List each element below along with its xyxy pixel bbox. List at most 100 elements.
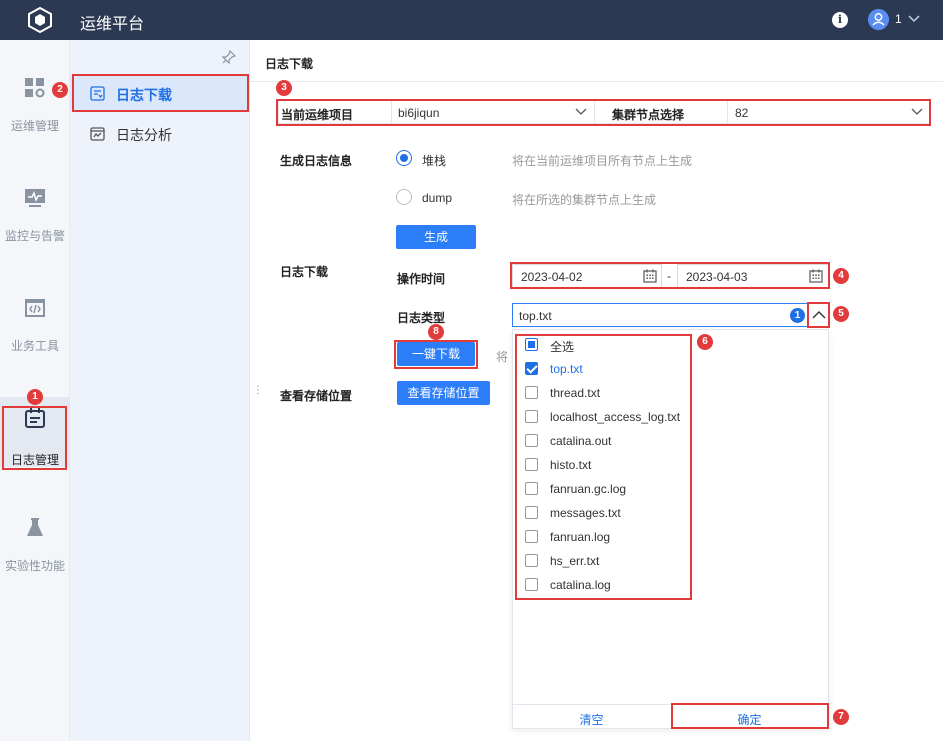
gen-info-label: 生成日志信息 — [280, 154, 353, 168]
checkbox[interactable] — [525, 554, 538, 567]
info-icon[interactable]: i — [832, 12, 848, 28]
option-item[interactable]: hs_err.txt — [525, 551, 705, 571]
project-label: 当前运维项目 — [281, 108, 354, 122]
checkbox[interactable] — [525, 434, 538, 447]
main-content: 日志下载 ⋮ 当前运维项目 bi6jiqun 集群节点选择 82 生成日志信息 … — [250, 40, 943, 741]
option-item[interactable]: messages.txt — [525, 503, 705, 523]
chevron-down-icon — [911, 108, 923, 115]
nav-label: 业务工具 — [10, 339, 59, 353]
checkbox[interactable] — [525, 530, 538, 543]
download-list-icon — [90, 86, 105, 101]
option-item[interactable]: fanruan.gc.log — [525, 479, 705, 499]
date-start-value: 2023-04-02 — [521, 270, 583, 284]
code-window-icon — [25, 299, 45, 317]
checkbox[interactable] — [525, 578, 538, 591]
radio-stack-label[interactable]: 堆栈 — [422, 152, 446, 169]
monitor-icon — [25, 189, 45, 207]
nav-label: 监控与告警 — [4, 229, 65, 243]
checkbox[interactable] — [525, 506, 538, 519]
node-label: 集群节点选择 — [612, 108, 685, 122]
page-header: 日志下载 — [250, 40, 943, 82]
checkbox[interactable] — [525, 482, 538, 495]
option-label: catalina.out — [550, 434, 612, 448]
top-bar: 运维平台 i 1 — [0, 0, 943, 40]
cube-logo-icon[interactable] — [26, 6, 54, 34]
option-label: hs_err.txt — [550, 554, 600, 568]
checkbox[interactable] — [525, 458, 538, 471]
annotation-badge: 6 — [697, 334, 713, 350]
clear-button[interactable]: 清空 — [513, 711, 670, 728]
radio-stack-hint: 将在当前运维项目所有节点上生成 — [512, 154, 693, 168]
chevron-down-icon[interactable] — [906, 12, 922, 26]
option-label: catalina.log — [550, 578, 611, 592]
selected-count-badge: 1 — [790, 308, 805, 323]
node-select[interactable]: 82 — [728, 101, 929, 123]
project-select[interactable]: bi6jiqun — [392, 101, 592, 123]
project-node-selector: 当前运维项目 bi6jiqun 集群节点选择 82 — [278, 100, 930, 124]
storage-label: 查看存储位置 — [280, 389, 353, 403]
nav-item-monitoring[interactable]: 监控与告警 — [0, 187, 70, 257]
date-end-field[interactable]: 2023-04-03 — [677, 264, 829, 288]
subnav-label: 日志下载 — [116, 87, 172, 103]
one-click-download-button[interactable]: 一键下载 — [397, 342, 475, 366]
chevron-down-icon — [575, 108, 587, 115]
checkbox[interactable] — [525, 338, 538, 351]
secondary-sidebar: 日志下载 日志分析 — [70, 40, 250, 741]
annotation-badge: 8 — [428, 324, 444, 340]
download-hint: 将 — [496, 350, 509, 364]
nav-item-business-tools[interactable]: 业务工具 — [0, 297, 70, 367]
option-label: thread.txt — [550, 386, 601, 400]
checkbox[interactable] — [525, 362, 538, 375]
log-type-dropdown: 全选 top.txt thread.txt localhost_access_l… — [512, 329, 829, 729]
radio-dump-hint: 将在所选的集群节点上生成 — [512, 193, 657, 207]
option-item[interactable]: thread.txt — [525, 383, 705, 403]
generate-button[interactable]: 生成 — [396, 225, 476, 249]
calendar-icon[interactable] — [643, 269, 657, 283]
date-range-separator: - — [667, 269, 671, 283]
node-value: 82 — [735, 106, 749, 120]
nav-label: 实验性功能 — [4, 559, 65, 573]
chevron-up-icon[interactable] — [809, 304, 829, 326]
radio-dump[interactable] — [396, 189, 412, 205]
annotation-badge: 4 — [833, 268, 849, 284]
option-label: messages.txt — [550, 506, 621, 520]
option-label: localhost_access_log.txt — [550, 410, 681, 424]
option-label: top.txt — [550, 362, 583, 376]
confirm-button[interactable]: 确定 — [671, 711, 828, 728]
checkbox[interactable] — [525, 410, 538, 423]
nav-item-log-management[interactable]: 日志管理 — [0, 397, 70, 467]
log-type-select[interactable]: top.txt 1 — [512, 303, 829, 327]
project-value: bi6jiqun — [398, 106, 440, 120]
checkbox[interactable] — [525, 386, 538, 399]
pin-icon[interactable] — [222, 50, 236, 64]
user-name[interactable]: 1 — [895, 12, 902, 26]
subnav-item-log-download[interactable]: 日志下载 — [70, 75, 250, 111]
calendar-icon[interactable] — [809, 269, 823, 283]
option-item[interactable]: localhost_access_log.txt — [525, 407, 705, 427]
option-item[interactable]: catalina.out — [525, 431, 705, 451]
date-start-field[interactable]: 2023-04-02 — [512, 264, 662, 288]
option-item[interactable]: catalina.log — [525, 575, 705, 595]
option-select-all[interactable]: 全选 — [525, 335, 705, 355]
subnav-item-log-analysis[interactable]: 日志分析 — [70, 115, 250, 151]
download-section-label: 日志下载 — [280, 265, 329, 279]
date-end-value: 2023-04-03 — [686, 270, 748, 284]
nav-label: 日志管理 — [10, 453, 59, 467]
radio-stack[interactable] — [396, 150, 412, 166]
radio-dump-label[interactable]: dump — [422, 191, 452, 205]
annotation-badge: 2 — [52, 82, 68, 98]
view-storage-button[interactable]: 查看存储位置 — [397, 381, 490, 405]
option-label: fanruan.log — [550, 530, 611, 544]
option-item[interactable]: top.txt — [525, 359, 705, 379]
option-item[interactable]: histo.txt — [525, 455, 705, 475]
user-avatar-icon[interactable] — [868, 9, 889, 30]
dropdown-footer: 清空 确定 — [513, 704, 828, 729]
app-title: 运维平台 — [80, 16, 145, 33]
resize-handle[interactable]: ⋮ — [253, 385, 263, 399]
flask-icon — [27, 518, 43, 536]
option-label: histo.txt — [550, 458, 592, 472]
nav-item-experimental[interactable]: 实验性功能 — [0, 517, 70, 587]
option-item[interactable]: fanruan.log — [525, 527, 705, 547]
option-label: 全选 — [550, 340, 575, 354]
chart-calendar-icon — [90, 127, 105, 141]
